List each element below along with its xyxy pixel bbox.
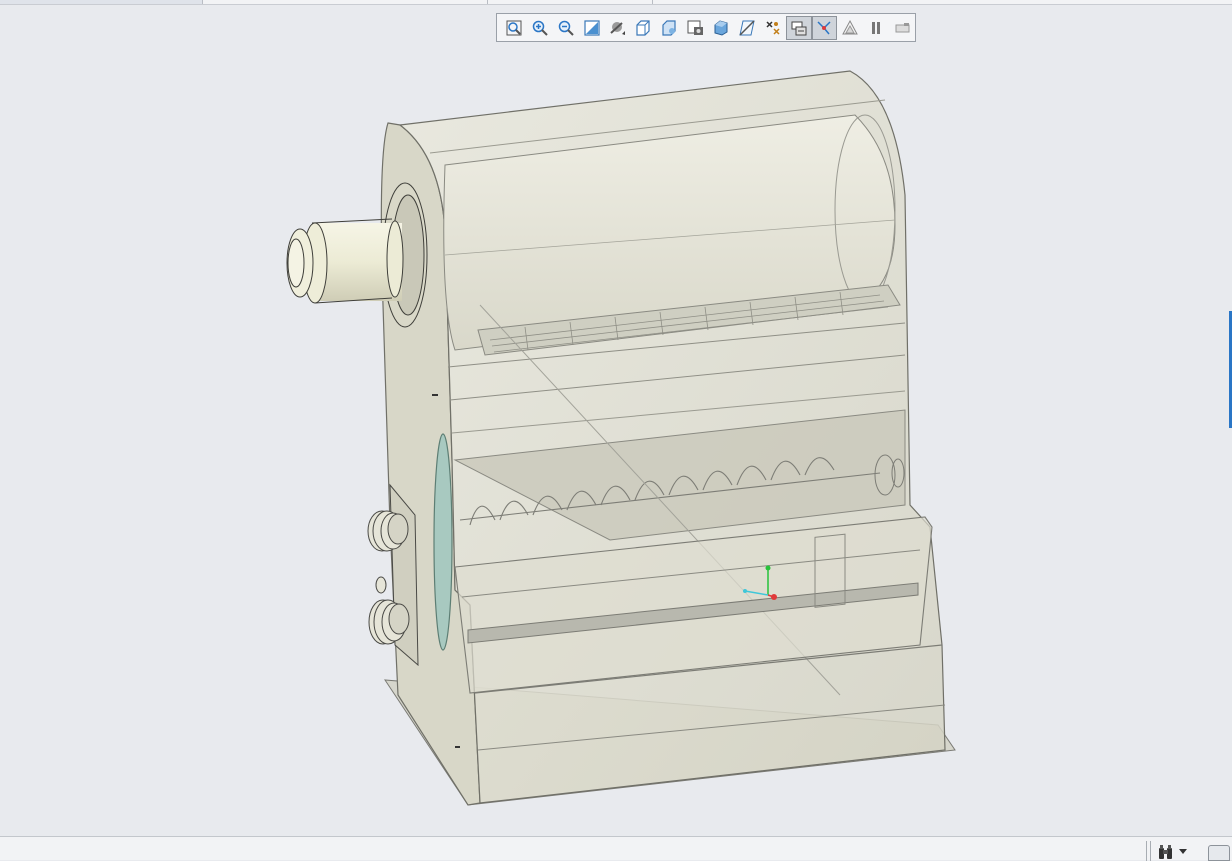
drive-motor (286, 182, 428, 328)
status-bar (0, 836, 1232, 861)
repaint-icon[interactable] (889, 16, 915, 40)
chevron-down-icon (1179, 849, 1187, 854)
tab-separator (202, 0, 203, 4)
display-style-icon[interactable] (656, 16, 682, 40)
drive-pulleys (367, 483, 419, 667)
view-orientation-icon[interactable] (630, 16, 656, 40)
saved-views-icon[interactable] (682, 16, 708, 40)
zoom-in-icon[interactable] (527, 16, 553, 40)
pause-icon[interactable] (863, 16, 889, 40)
section-view-icon[interactable] (734, 16, 760, 40)
status-divider (1146, 841, 1147, 861)
rotate-view-icon[interactable] (605, 16, 631, 40)
window-layout-icon[interactable] (1208, 845, 1230, 861)
tab-separator (487, 0, 488, 4)
active-tab[interactable] (0, 0, 202, 4)
binoculars-icon (1159, 845, 1172, 859)
model-render (286, 70, 956, 806)
appearance-icon[interactable] (708, 16, 734, 40)
spin-center-icon[interactable] (811, 15, 838, 40)
selection-filter-button[interactable] (1156, 843, 1196, 861)
view-toolbar (496, 13, 916, 42)
status-divider (1150, 841, 1151, 861)
annotation-display-icon[interactable] (785, 15, 812, 40)
datum-display-icon[interactable] (760, 16, 786, 40)
tab-separator (652, 0, 653, 4)
graphics-viewport[interactable] (0, 5, 1232, 835)
inspection-window (433, 433, 453, 651)
zoom-fit-icon[interactable] (501, 16, 527, 40)
zoom-out-icon[interactable] (553, 16, 579, 40)
zoom-area-icon[interactable] (579, 16, 605, 40)
perspective-icon[interactable] (837, 16, 863, 40)
